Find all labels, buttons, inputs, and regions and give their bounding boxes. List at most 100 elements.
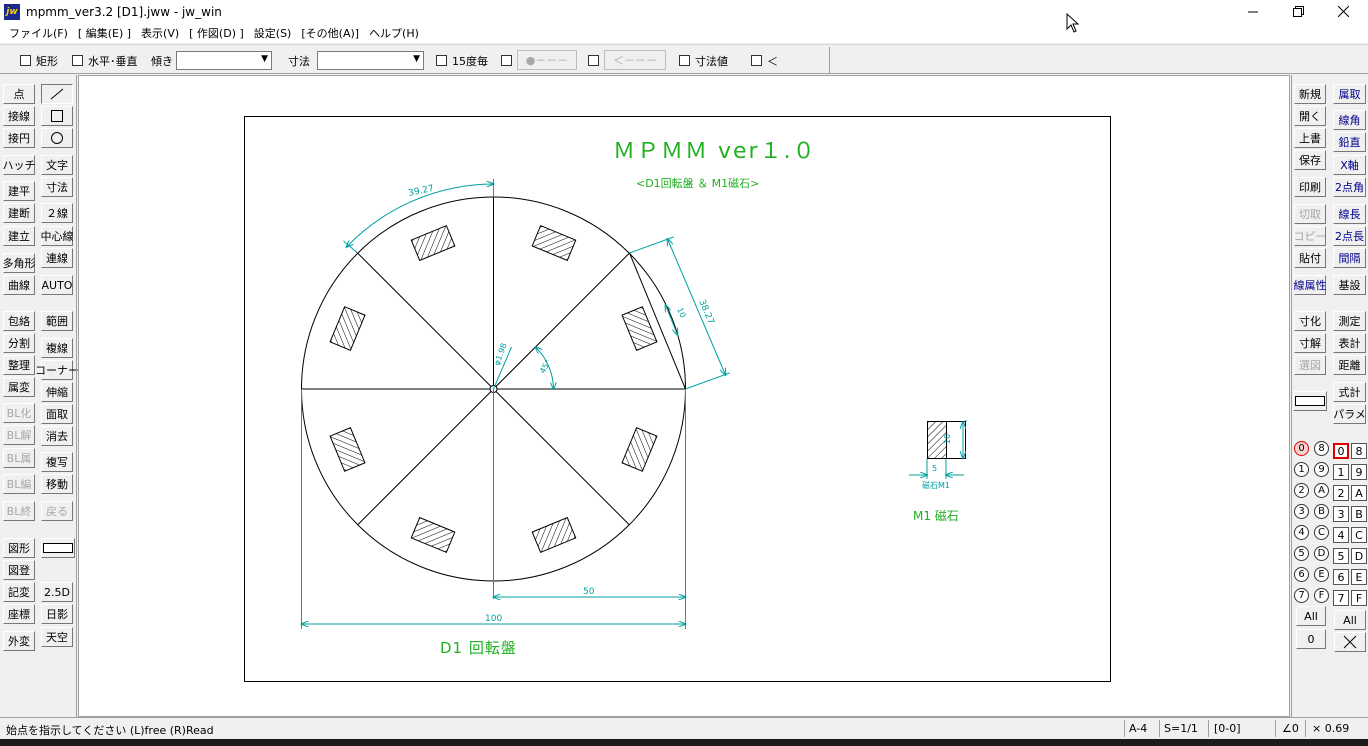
menu-view[interactable]: 表示(V)	[136, 25, 184, 41]
tool-button[interactable]: 連線	[41, 248, 73, 268]
tool-button[interactable]: 点	[3, 84, 35, 104]
status-layer[interactable]: [0-0]	[1214, 722, 1241, 735]
tool-button[interactable]: 分割	[3, 333, 35, 353]
tool-button[interactable]: 2点長	[1333, 226, 1366, 246]
tool-button[interactable]: 測定	[1333, 311, 1366, 331]
restore-icon[interactable]	[1275, 0, 1321, 23]
tool-button[interactable]: 選図	[1294, 355, 1326, 375]
layer-group-button[interactable]: 1	[1294, 462, 1309, 477]
tool-button[interactable]: BL終	[3, 501, 35, 521]
layer-group-button[interactable]: 3	[1294, 504, 1309, 519]
layer-group-button[interactable]: 8	[1314, 441, 1329, 456]
layer-button[interactable]: 9	[1351, 464, 1367, 480]
tool-button[interactable]: 印刷	[1294, 177, 1326, 197]
line-tool-button[interactable]	[41, 84, 73, 104]
layer-group-button[interactable]: 9	[1314, 462, 1329, 477]
tool-button[interactable]: 距離	[1333, 355, 1366, 375]
tool-button[interactable]: 保存	[1294, 150, 1326, 170]
tool-button[interactable]: 中心線	[41, 226, 74, 246]
close-icon[interactable]	[1320, 0, 1366, 23]
lt-checkbox[interactable]	[751, 55, 762, 66]
minimize-icon[interactable]	[1230, 0, 1276, 23]
dim-combo[interactable]: ▼	[317, 51, 424, 70]
tool-button[interactable]: 図形	[3, 538, 35, 558]
layer-button[interactable]: B	[1351, 506, 1367, 522]
status-scale[interactable]: S=1/1	[1164, 722, 1198, 735]
point-checkbox[interactable]	[501, 55, 512, 66]
tool-button[interactable]: BL化	[3, 403, 35, 423]
menu-edit[interactable]: [ 編集(E) ]	[73, 25, 136, 41]
layer-group-zero-button[interactable]: 0	[1296, 629, 1326, 649]
tool-button[interactable]: 寸法	[41, 177, 73, 197]
tool-button[interactable]: 属変	[3, 377, 35, 397]
tool-button[interactable]: BL編	[3, 474, 35, 494]
tool-button[interactable]: 寸解	[1294, 333, 1326, 353]
deg15-checkbox[interactable]	[436, 55, 447, 66]
status-zoom[interactable]: × 0.69	[1312, 722, 1349, 735]
layer-group-button[interactable]: E	[1314, 567, 1329, 582]
circle-tool-button[interactable]	[41, 128, 73, 148]
layer-button[interactable]: 0	[1333, 443, 1349, 459]
menu-other[interactable]: [その他(A)]	[296, 25, 364, 41]
menu-draw[interactable]: [ 作図(D) ]	[184, 25, 249, 41]
layer-button[interactable]: 3	[1333, 506, 1349, 522]
tool-button[interactable]: 接線	[3, 106, 35, 126]
tool-button[interactable]: 2.5D	[41, 582, 73, 602]
hv-checkbox[interactable]	[72, 55, 83, 66]
layer-group-button[interactable]: 6	[1294, 567, 1309, 582]
layer-group-button[interactable]: C	[1314, 525, 1329, 540]
tool-button[interactable]: 範囲	[41, 311, 73, 331]
tool-button[interactable]: 間隔	[1333, 248, 1366, 268]
layer-button[interactable]: A	[1351, 485, 1367, 501]
status-paper[interactable]: A-4	[1129, 722, 1147, 735]
tool-button[interactable]: 線長	[1333, 204, 1366, 224]
tool-button[interactable]: 新規	[1294, 84, 1326, 104]
arrow-type-button[interactable]: ＜－－－	[604, 50, 666, 70]
layer-group-button[interactable]: 4	[1294, 525, 1309, 540]
tool-button[interactable]: 2点角	[1333, 177, 1366, 197]
tool-button[interactable]: 伸縮	[41, 382, 73, 402]
tool-button[interactable]: コピー	[1294, 226, 1327, 246]
tool-button[interactable]: 開く	[1294, 106, 1326, 126]
tool-button[interactable]: ２線	[41, 203, 73, 223]
tool-button[interactable]: 複写	[41, 452, 73, 472]
layer-group-button[interactable]: A	[1314, 483, 1329, 498]
layer-group-all-button[interactable]: All	[1296, 606, 1326, 626]
tool-button[interactable]: 切取	[1294, 204, 1326, 224]
layer-button[interactable]: 1	[1333, 464, 1349, 480]
layer-group-button[interactable]: 2	[1294, 483, 1309, 498]
layer-button[interactable]: C	[1351, 527, 1367, 543]
layer-button[interactable]: 5	[1333, 548, 1349, 564]
tool-button[interactable]: 貼付	[1294, 248, 1326, 268]
tool-button[interactable]: 属取	[1333, 84, 1366, 104]
tool-button[interactable]: X軸	[1333, 155, 1366, 175]
tool-button[interactable]: 図登	[3, 560, 35, 580]
point-type-button[interactable]: ●－－－	[517, 50, 577, 70]
layer-group-button[interactable]: 5	[1294, 546, 1309, 561]
menu-file[interactable]: ファイル(F)	[4, 25, 73, 41]
line-style-button[interactable]	[41, 538, 75, 558]
tool-button[interactable]: 文字	[41, 155, 73, 175]
tool-button[interactable]: 天空	[41, 627, 73, 647]
layer-button[interactable]: 8	[1351, 443, 1367, 459]
tool-button[interactable]: 整理	[3, 355, 35, 375]
tool-button[interactable]: 鉛直	[1333, 132, 1366, 152]
layer-group-button[interactable]: D	[1314, 546, 1329, 561]
tool-button[interactable]: 線属性	[1294, 275, 1327, 295]
layer-cross-button[interactable]	[1334, 632, 1366, 652]
tool-button[interactable]: 基設	[1333, 275, 1366, 295]
tool-button[interactable]: 移動	[41, 474, 73, 494]
tool-button[interactable]: ハッチ	[3, 155, 36, 175]
tool-button[interactable]: BL解	[3, 425, 35, 445]
tool-button[interactable]: 寸化	[1294, 311, 1326, 331]
tool-button[interactable]: 座標	[3, 604, 35, 624]
tool-button[interactable]: 外変	[3, 631, 35, 651]
tool-button[interactable]: 建立	[3, 226, 35, 246]
layer-button[interactable]: F	[1351, 590, 1367, 606]
layer-button[interactable]: 6	[1333, 569, 1349, 585]
tool-button[interactable]: 日影	[41, 604, 73, 624]
tool-button[interactable]: 建断	[3, 203, 35, 223]
tilt-combo[interactable]: ▼	[176, 51, 272, 70]
layer-group-button[interactable]: F	[1314, 588, 1329, 603]
tool-button[interactable]: BL属	[3, 448, 35, 468]
